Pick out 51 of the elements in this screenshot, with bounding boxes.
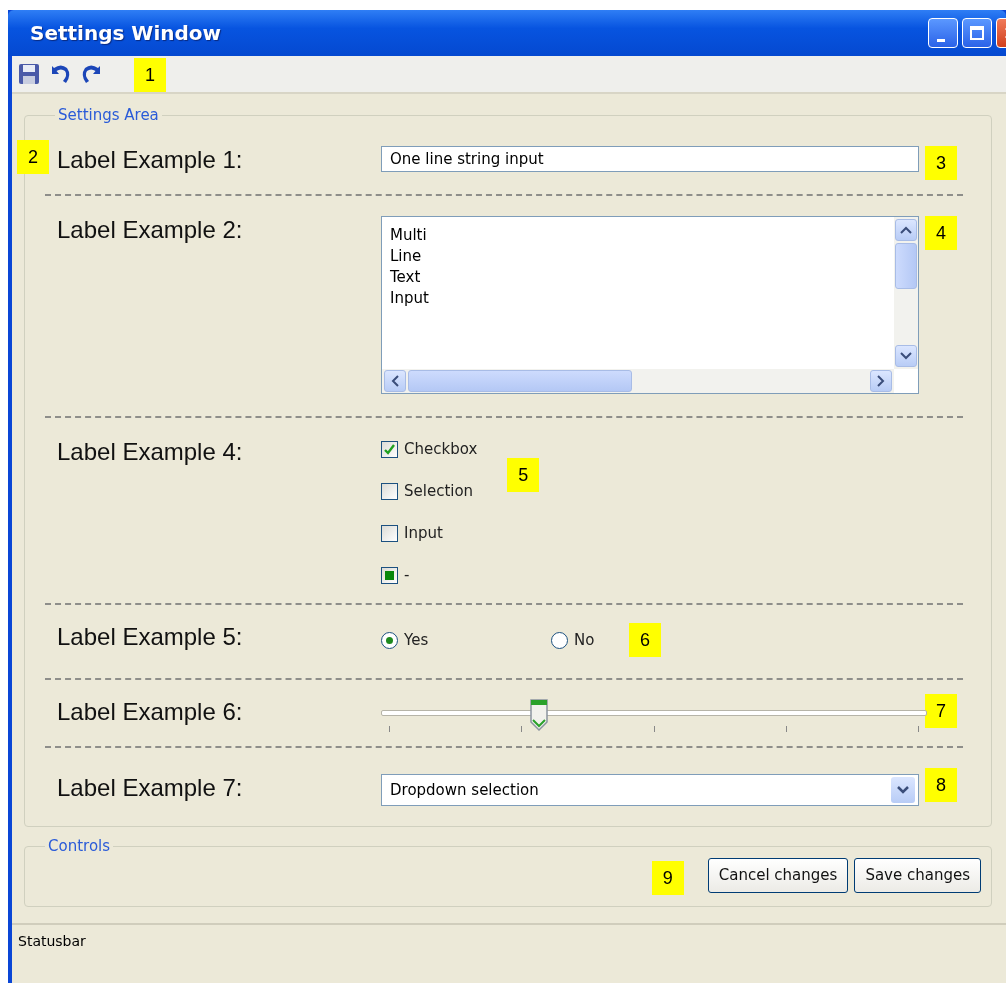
vertical-scrollbar[interactable]	[894, 217, 918, 369]
field-label: Label Example 6:	[56, 698, 244, 726]
down-chevron-icon	[896, 785, 910, 795]
callout-marker: 4	[925, 216, 957, 250]
save-icon[interactable]	[18, 63, 40, 85]
callout-marker: 7	[925, 694, 957, 728]
checkbox[interactable]: Input	[381, 522, 478, 544]
minimize-button[interactable]	[928, 18, 958, 48]
field-label: Label Example 1:	[56, 146, 244, 174]
field-label: Label Example 4:	[56, 438, 244, 466]
checkbox[interactable]: -	[381, 564, 478, 586]
text-area-content: Multi Line Text Input	[389, 225, 430, 309]
callout-marker: 8	[925, 768, 957, 802]
callout-marker: 6	[629, 623, 661, 657]
scroll-left-button[interactable]	[384, 370, 406, 392]
field-label: Label Example 5:	[56, 623, 244, 651]
dropdown-button[interactable]	[891, 777, 915, 803]
maximize-button[interactable]	[962, 18, 992, 48]
dropdown[interactable]: Dropdown selection	[381, 774, 919, 806]
window-title: Settings Window	[30, 21, 222, 45]
field-label: Label Example 2:	[56, 216, 244, 244]
minimize-icon	[937, 38, 945, 42]
left-chevron-icon	[391, 375, 399, 387]
scroll-right-button[interactable]	[870, 370, 892, 392]
slider-thumb[interactable]	[529, 698, 550, 732]
action-button[interactable]: Save changes	[854, 857, 981, 893]
up-chevron-icon	[900, 226, 912, 234]
radio-button[interactable]: Yes	[381, 631, 551, 649]
action-button[interactable]: Cancel changes	[707, 857, 849, 893]
scroll-thumb[interactable]	[408, 370, 632, 392]
text-input[interactable]: One line string input	[381, 146, 919, 172]
scroll-thumb[interactable]	[895, 243, 917, 289]
status-text: Statusbar	[18, 933, 86, 949]
group-legend: Controls	[45, 837, 114, 855]
callout-marker: 2	[17, 140, 49, 174]
callout-marker: 9	[651, 861, 684, 895]
callout-marker: 1	[134, 58, 166, 92]
right-chevron-icon	[877, 375, 885, 387]
checkbox[interactable]: Checkbox	[381, 438, 478, 460]
checkbox[interactable]: Selection	[381, 480, 478, 502]
scroll-down-button[interactable]	[895, 345, 917, 367]
horizontal-scrollbar[interactable]	[382, 369, 894, 393]
down-chevron-icon	[900, 352, 912, 360]
callout-marker: 3	[925, 146, 957, 180]
group-legend: Settings Area	[55, 106, 162, 124]
text-area[interactable]: Multi Line Text Input	[381, 216, 919, 394]
scroll-up-button[interactable]	[895, 219, 917, 241]
maximize-icon	[969, 25, 985, 41]
check-icon	[383, 442, 396, 456]
field-label: Label Example 7:	[56, 774, 244, 802]
callout-marker: 5	[507, 458, 540, 492]
